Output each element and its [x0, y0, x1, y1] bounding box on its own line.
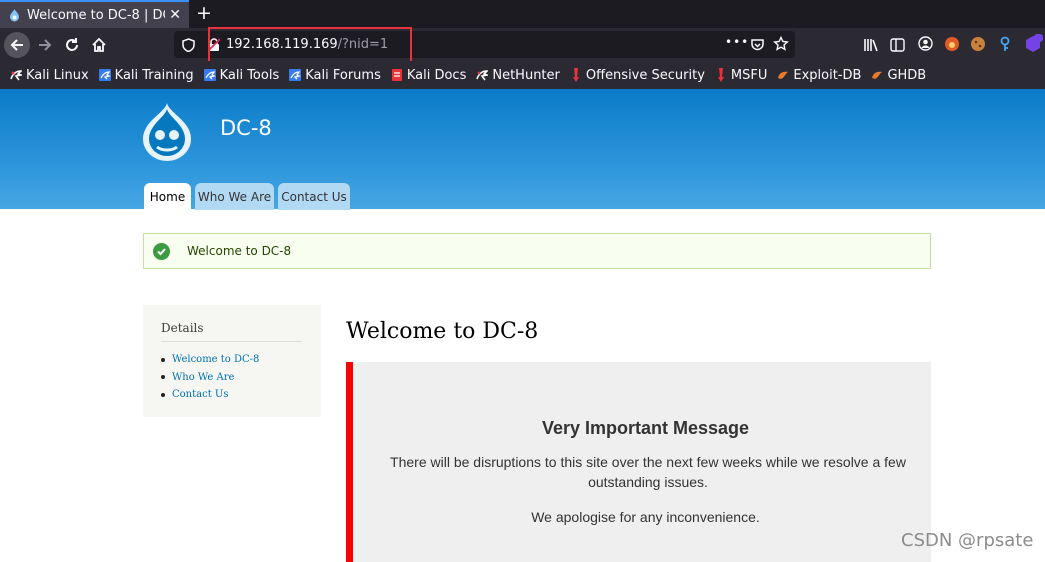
bullet-icon [161, 357, 165, 362]
close-tab-icon[interactable]: ✕ [169, 7, 181, 23]
tracking-shield-icon[interactable] [182, 37, 195, 56]
exploitdb-icon [777, 69, 789, 81]
important-message-box: Very Important Message There will be dis… [346, 362, 931, 562]
tab-contact-us[interactable]: Contact Us [278, 183, 350, 210]
bookmark-msfu[interactable]: MSFU [715, 68, 767, 83]
bookmark-label: Kali Forums [305, 67, 381, 83]
sidebar-item-who-we-are[interactable]: Who We Are [161, 369, 259, 387]
sidebar-menu: Welcome to DC-8 Who We Are Contact Us [161, 351, 259, 404]
address-bar[interactable]: 192.168.119.169/?nid=1 ••• [174, 31, 795, 58]
tab-title: Welcome to DC-8 | DC- [27, 7, 165, 23]
bookmark-offensive-security[interactable]: Offensive Security [570, 68, 705, 83]
tab-who-we-are[interactable]: Who We Are [195, 183, 274, 210]
sidebar-link[interactable]: Welcome to DC-8 [172, 354, 259, 365]
sidebar-item-contact-us[interactable]: Contact Us [161, 386, 259, 404]
drupal-favicon-icon [8, 8, 21, 22]
msfu-icon [715, 68, 727, 82]
url-path: /?nid=1 [337, 37, 389, 52]
status-text: Welcome to DC-8 [187, 244, 292, 258]
offsec-icon [570, 68, 582, 82]
home-button[interactable] [86, 32, 112, 58]
tab-strip: Welcome to DC-8 | DC- ✕ + [0, 0, 1045, 28]
bookmark-label: GHDB [887, 67, 927, 83]
apology-paragraph: We apologise for any inconvenience. [531, 509, 760, 525]
bookmark-ghdb[interactable]: GHDB [871, 68, 926, 83]
watermark-text: CSDN @rpsate [901, 530, 1034, 551]
url-text[interactable]: 192.168.119.169/?nid=1 [226, 37, 388, 52]
kali-forums-icon [289, 69, 302, 81]
sidebar-item-welcome[interactable]: Welcome to DC-8 [161, 351, 259, 369]
kali-tools-icon [203, 69, 216, 81]
site-name[interactable]: DC-8 [220, 116, 272, 140]
message-heading: Very Important Message [541, 418, 750, 438]
url-host: 192.168.119.169 [226, 37, 338, 52]
account-icon[interactable] [918, 36, 933, 55]
kali-dragon-icon [10, 69, 22, 81]
tab-home[interactable]: Home [144, 183, 191, 210]
bookmark-kali-linux[interactable]: Kali Linux [10, 68, 89, 83]
home-icon [92, 37, 106, 52]
sidebar-link[interactable]: Contact Us [172, 389, 228, 400]
bookmark-label: Kali Training [114, 67, 194, 83]
extension-badge-icon[interactable] [1023, 34, 1043, 57]
bookmark-label: Offensive Security [585, 67, 705, 83]
browser-tab[interactable]: Welcome to DC-8 | DC- ✕ [0, 0, 189, 28]
extension-fox-icon[interactable] [944, 36, 960, 56]
bullet-icon [161, 392, 165, 397]
new-tab-button[interactable]: + [196, 2, 212, 24]
bookmark-kali-docs[interactable]: Kali Docs [391, 67, 467, 83]
checkmark-icon [153, 242, 170, 260]
navigation-toolbar: 192.168.119.169/?nid=1 ••• [0, 28, 1045, 61]
arrow-left-icon [10, 39, 23, 51]
extension-cookie-icon[interactable] [970, 36, 986, 56]
bookmark-kali-tools[interactable]: Kali Tools [203, 67, 280, 83]
ghdb-icon [871, 69, 883, 81]
bookmark-kali-forums[interactable]: Kali Forums [289, 68, 381, 83]
sidebar-details-block: Details Welcome to DC-8 Who We Are Conta… [143, 305, 321, 417]
pocket-icon[interactable] [750, 37, 765, 56]
message-paragraph: There will be disruptions to this site o… [390, 454, 906, 490]
insecure-lock-icon[interactable] [207, 37, 221, 56]
bookmark-star-icon[interactable] [773, 35, 789, 56]
bookmark-exploit-db[interactable]: Exploit-DB [777, 68, 861, 83]
bookmark-label: Kali Docs [406, 67, 467, 83]
bookmark-label: Exploit-DB [793, 67, 862, 83]
bookmark-label: Kali Linux [26, 67, 89, 83]
bookmark-label: MSFU [730, 67, 768, 83]
back-button[interactable] [4, 32, 30, 58]
drupal-logo-icon[interactable] [141, 101, 193, 163]
reload-icon [66, 38, 78, 51]
page-title: Welcome to DC-8 [346, 319, 539, 344]
status-message: Welcome to DC-8 [143, 233, 931, 269]
bullet-icon [161, 375, 165, 380]
bookmark-kali-training[interactable]: Kali Training [98, 67, 194, 83]
bookmark-nethunter[interactable]: NetHunter [476, 68, 560, 83]
bookmark-label: NetHunter [492, 67, 560, 83]
arrow-right-icon [39, 39, 52, 51]
extension-key-icon[interactable] [998, 36, 1012, 56]
sidebar-icon[interactable] [890, 37, 905, 56]
reload-button[interactable] [59, 32, 85, 58]
nethunter-icon [476, 69, 489, 81]
library-icon[interactable] [863, 37, 878, 56]
kali-training-icon [98, 69, 111, 81]
page-actions-menu-icon[interactable]: ••• [725, 35, 749, 49]
forward-button[interactable] [32, 32, 58, 58]
bookmarks-toolbar: Kali Linux Kali Training Kali Tools Kali… [0, 61, 1045, 89]
bookmark-label: Kali Tools [219, 67, 280, 83]
sidebar-link[interactable]: Who We Are [172, 372, 234, 383]
sidebar-title: Details [161, 321, 302, 342]
kali-docs-icon [391, 69, 403, 81]
